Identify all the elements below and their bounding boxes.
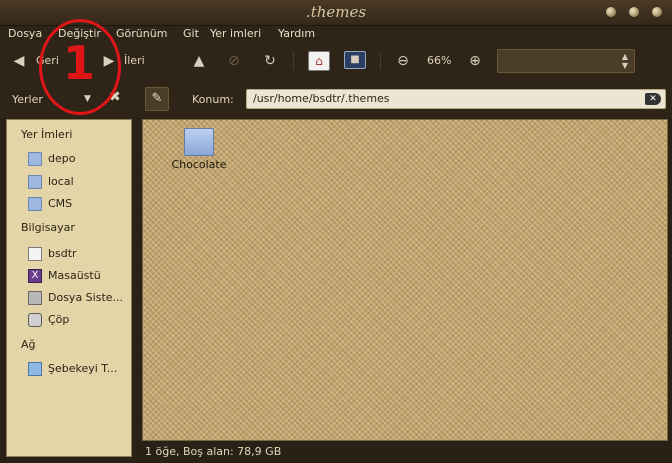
pencil-icon: ✎ (151, 91, 163, 106)
sidebar-section-network: Ağ (21, 338, 36, 351)
menu-help[interactable]: Yardım (276, 26, 317, 44)
folder-icon (28, 152, 42, 166)
sidebar-item-label: Çöp (48, 313, 70, 326)
annotation-number: 1 (63, 36, 96, 90)
sidebar-item-label: CMS (48, 197, 73, 210)
select-arrows-icon: ▲ ▼ (621, 52, 628, 70)
sidebar-item-label: local (48, 175, 74, 188)
reload-icon[interactable]: ↻ (261, 52, 279, 70)
computer-icon[interactable]: ■ (344, 51, 366, 69)
folder-icon (184, 128, 214, 156)
toolbar-separator (293, 52, 294, 70)
sidebar-item-label: Şebekeyi T... (48, 362, 118, 375)
stop-icon[interactable]: ⊘ (225, 52, 243, 70)
minimize-button[interactable] (606, 7, 616, 17)
window-title: .themes (305, 3, 367, 21)
edit-path-button[interactable]: ✎ (145, 87, 169, 111)
status-bar: 1 öğe, Boş alan: 78,9 GB (145, 445, 282, 458)
sidebar-item-cms[interactable]: CMS (28, 195, 130, 213)
sidebar-item-depo[interactable]: depo (28, 150, 130, 168)
maximize-button[interactable] (629, 7, 639, 17)
network-icon (28, 362, 42, 376)
toolbar-separator (380, 52, 381, 70)
sidebar-item-bsdtr[interactable]: bsdtr (28, 245, 130, 263)
zoom-out-icon[interactable]: ⊖ (394, 52, 412, 70)
sidebar-item-label: bsdtr (48, 247, 77, 260)
folder-icon (28, 175, 42, 189)
sidebar-item-local[interactable]: local (28, 173, 130, 191)
sidebar-item-network[interactable]: Şebekeyi T... (28, 360, 130, 378)
drive-icon (28, 291, 42, 305)
menu-bookmarks[interactable]: Yer imleri (208, 26, 263, 44)
zoom-level: 66% (427, 54, 452, 67)
sidebar-item-filesystem[interactable]: Dosya Siste... (28, 289, 130, 307)
sidebar-item-label: Masaüstü (48, 269, 101, 282)
menu-view[interactable]: Görünüm (114, 26, 169, 44)
sidebar-item-desktop[interactable]: X Masaüstü (28, 267, 130, 285)
folder-icon (28, 197, 42, 211)
up-arrow-icon[interactable]: ▲ (190, 52, 208, 70)
forward-button[interactable]: İleri (124, 49, 145, 73)
menu-go[interactable]: Git (181, 26, 201, 44)
home-icon[interactable]: ⌂ (308, 51, 330, 71)
back-arrow-icon: ◀ (13, 53, 25, 69)
home-icon (28, 247, 42, 261)
trash-icon (28, 313, 42, 327)
view-mode-select[interactable]: ▲ ▼ (497, 49, 635, 73)
title-bar: .themes (0, 0, 672, 26)
places-selector[interactable]: Yerler (12, 93, 43, 106)
sidebar-section-computer: Bilgisayar (21, 221, 75, 234)
sidebar-section-bookmarks: Yer İmleri (21, 128, 73, 141)
sidebar: Yer İmleri depo local CMS Bilgisayar bsd… (6, 119, 132, 457)
desktop-icon: X (28, 269, 42, 283)
file-view[interactable]: Chocolate (142, 119, 668, 441)
sidebar-item-label: Dosya Siste... (48, 291, 124, 304)
zoom-in-icon[interactable]: ⊕ (466, 52, 484, 70)
sidebar-item-label: depo (48, 152, 76, 165)
close-button[interactable] (652, 7, 662, 17)
clear-input-icon[interactable]: ✕ (645, 93, 661, 105)
path-value: /usr/home/bsdtr/.themes (253, 92, 390, 105)
menu-file[interactable]: Dosya (6, 26, 44, 44)
location-label: Konum: (192, 93, 234, 106)
file-name: Chocolate (171, 158, 227, 171)
sidebar-item-trash[interactable]: Çöp (28, 311, 130, 329)
path-input[interactable]: /usr/home/bsdtr/.themes ✕ (246, 89, 666, 109)
file-item-chocolate[interactable]: Chocolate (167, 128, 231, 171)
